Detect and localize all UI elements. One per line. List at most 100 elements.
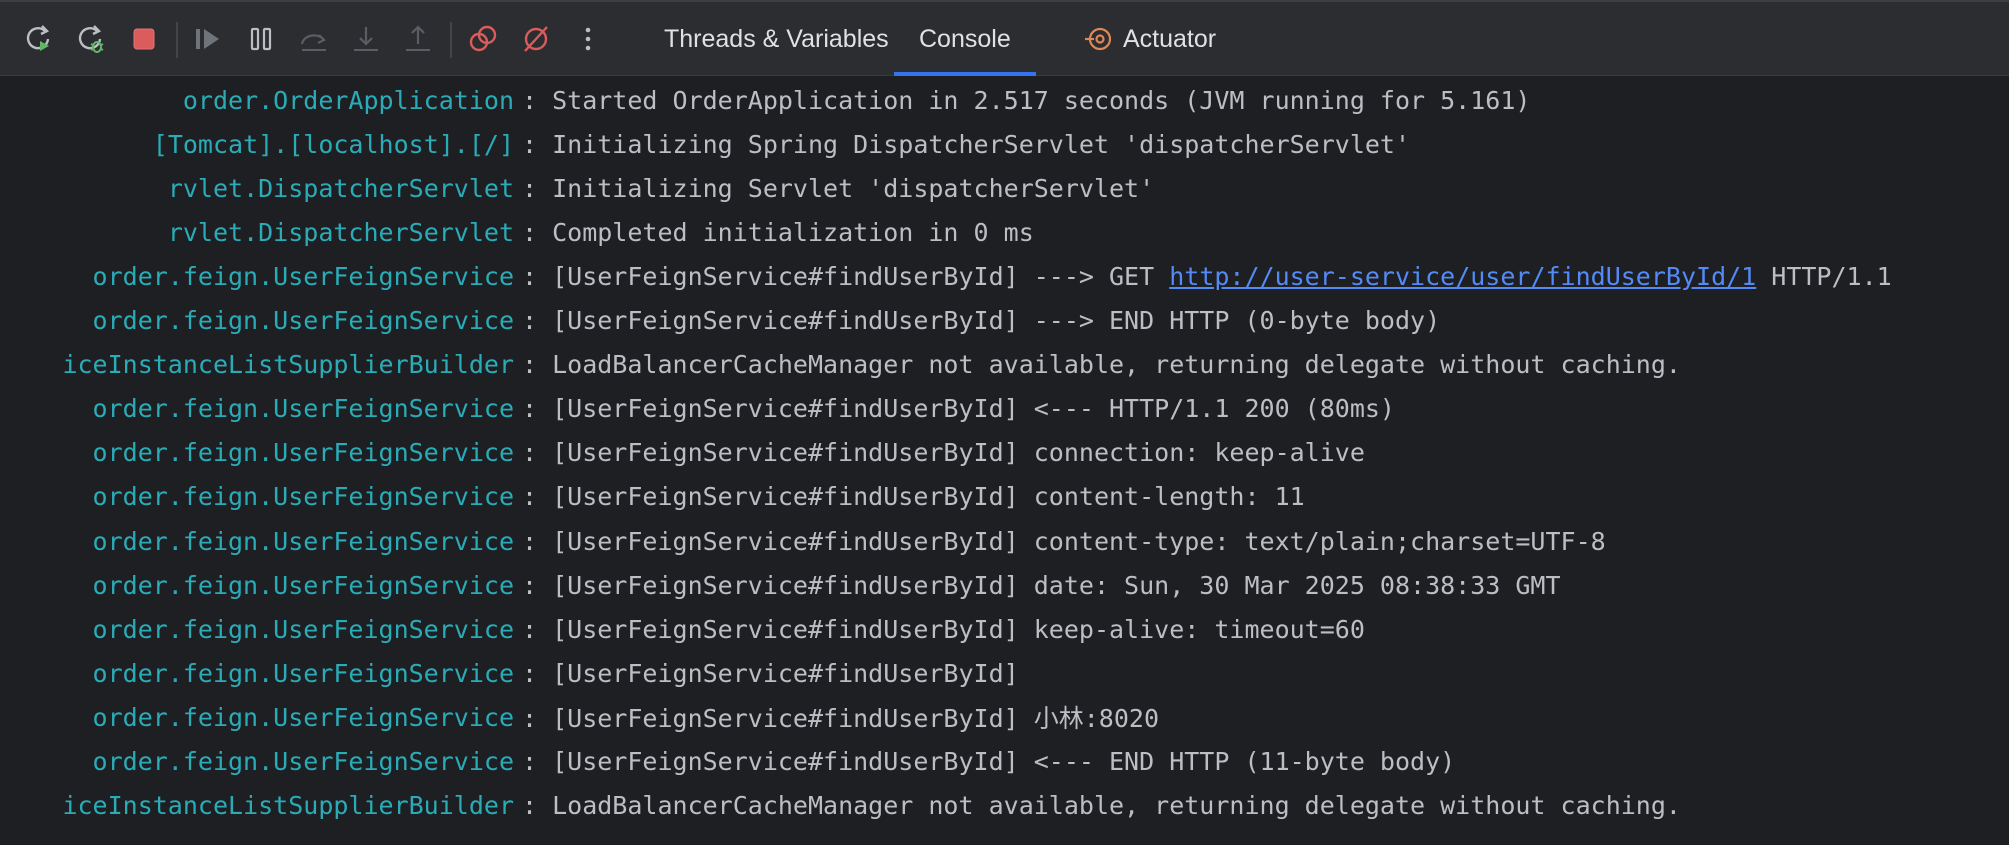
log-message-text: : Started OrderApplication in 2.517 seco… [522, 85, 1531, 115]
logger-class-link[interactable]: UserFeignService [273, 747, 514, 776]
console-line: order.feign.UserFeignService : [UserFeign… [0, 519, 2009, 563]
tab-console[interactable]: Console [894, 2, 1036, 76]
logger-class-link[interactable]: iceInstanceListSupplierBuilder [62, 350, 514, 379]
logger-name: order.feign.UserFeignService [0, 527, 514, 556]
actuator-icon [1083, 24, 1113, 54]
log-message-text: : [UserFeignService#findUserById] date: … [522, 570, 1561, 600]
console-line: iceInstanceListSupplierBuilder : LoadBala… [0, 343, 2009, 387]
log-message-text: : [UserFeignService#findUserById] <--- H… [522, 394, 1395, 424]
logger-package: order.feign. [92, 526, 274, 556]
logger-name: order.feign.UserFeignService [0, 394, 514, 423]
logger-class-link[interactable]: UserFeignService [273, 527, 514, 556]
resume-icon[interactable] [191, 22, 225, 56]
logger-class-link[interactable]: DispatcherServlet [258, 218, 514, 247]
log-message-text: : LoadBalancerCacheManager not available… [522, 350, 1681, 380]
logger-name: rvlet.DispatcherServlet [0, 174, 514, 203]
log-message-text: : LoadBalancerCacheManager not available… [522, 791, 1681, 821]
logger-package: order.feign. [92, 438, 274, 468]
logger-name: order.feign.UserFeignService [0, 482, 514, 511]
console-line: order.feign.UserFeignService : [UserFeign… [0, 254, 2009, 298]
logger-class-link[interactable]: UserFeignService [273, 306, 514, 335]
logger-package: order.feign. [92, 394, 274, 424]
logger-name: order.feign.UserFeignService [0, 703, 514, 732]
console-line: order.feign.UserFeignService : [UserFeign… [0, 475, 2009, 519]
rerun-debug-icon[interactable] [75, 22, 109, 56]
logger-package: order.feign. [92, 747, 274, 776]
toolbar-separator [450, 22, 452, 58]
logger-class-link[interactable]: UserFeignService [273, 703, 514, 732]
logger-package: order.feign. [92, 261, 274, 291]
logger-name: order.feign.UserFeignService [0, 571, 514, 600]
log-message: : LoadBalancerCacheManager not available… [522, 350, 1681, 379]
url-link[interactable]: http://user-service/user/findUserById/1 [1169, 262, 1756, 291]
log-message-text: HTTP/1.1 [1756, 261, 1892, 291]
logger-class-link[interactable]: iceInstanceListSupplierBuilder [62, 791, 514, 820]
console-line: order.feign.UserFeignService : [UserFeign… [0, 431, 2009, 475]
console-line: order.feign.UserFeignService : [UserFeign… [0, 740, 2009, 784]
logger-class-link[interactable]: UserFeignService [273, 482, 514, 511]
log-message: : [UserFeignService#findUserById] conten… [522, 527, 1606, 556]
logger-package: order.feign. [92, 702, 274, 732]
log-message: : Started OrderApplication in 2.517 seco… [522, 86, 1530, 115]
log-message-text: : Completed initialization in 0 ms [522, 217, 1034, 247]
console-line: order.OrderApplication : Started OrderApp… [0, 78, 2009, 122]
logger-class-link[interactable]: UserFeignService [273, 659, 514, 688]
logger-class-link[interactable]: UserFeignService [273, 394, 514, 423]
logger-name: order.OrderApplication [0, 86, 514, 115]
step-out-icon[interactable] [401, 22, 435, 56]
logger-name: iceInstanceListSupplierBuilder [0, 350, 514, 379]
log-message-text: : [UserFeignService#findUserById] ---> G… [522, 261, 1170, 291]
console-line: order.feign.UserFeignService : [UserFeign… [0, 563, 2009, 607]
tab-threads-variables[interactable]: Threads & Variables [664, 2, 889, 76]
more-options-icon[interactable] [571, 22, 605, 56]
console-line: rvlet.DispatcherServlet : Completed initi… [0, 210, 2009, 254]
logger-class-link[interactable]: OrderApplication [273, 86, 514, 115]
logger-package: order.feign. [92, 658, 274, 688]
logger-class-link[interactable]: UserFeignService [273, 571, 514, 600]
tab-label: Actuator [1123, 24, 1217, 53]
log-message-text: : [UserFeignService#findUserById] <--- E… [522, 747, 1456, 776]
log-message-text: : Initializing Spring DispatcherServlet … [522, 129, 1411, 159]
log-message-text: : [UserFeignService#findUserById] keep-a… [522, 614, 1365, 644]
logger-name: order.feign.UserFeignService [0, 659, 514, 688]
log-message-text: : [UserFeignService#findUserById] 小林:802… [522, 704, 1159, 734]
log-message: : [UserFeignService#findUserById] connec… [522, 438, 1365, 467]
log-message: : [UserFeignService#findUserById] <--- H… [522, 394, 1395, 423]
logger-class-link[interactable]: DispatcherServlet [258, 174, 514, 203]
view-breakpoints-icon[interactable] [466, 22, 500, 56]
console-line: [Tomcat].[localhost].[/] : Initializing S… [0, 122, 2009, 166]
logger-name: order.feign.UserFeignService [0, 747, 514, 776]
mute-breakpoints-icon[interactable] [519, 22, 553, 56]
logger-package: order.feign. [92, 306, 274, 335]
logger-name: order.feign.UserFeignService [0, 438, 514, 467]
logger-class-link[interactable]: UserFeignService [273, 615, 514, 644]
logger-class-link[interactable]: UserFeignService [273, 262, 514, 291]
tab-actuator[interactable]: Actuator [1083, 2, 1216, 76]
log-message-text: : [UserFeignService#findUserById] conten… [522, 482, 1305, 512]
logger-name: rvlet.DispatcherServlet [0, 218, 514, 247]
console-line: iceInstanceListSupplierBuilder : LoadBala… [0, 784, 2009, 828]
log-message: : [UserFeignService#findUserById] <--- E… [522, 747, 1455, 776]
tab-label: Threads & Variables [664, 24, 889, 53]
logger-name: order.feign.UserFeignService [0, 262, 514, 291]
stop-icon[interactable] [127, 22, 161, 56]
pause-icon[interactable] [244, 22, 278, 56]
logger-name: iceInstanceListSupplierBuilder [0, 791, 514, 820]
log-message-text: : [UserFeignService#findUserById] ---> E… [522, 306, 1441, 335]
log-message-text: : [UserFeignService#findUserById] conten… [522, 526, 1606, 556]
log-message: : [UserFeignService#findUserById] ---> E… [522, 306, 1440, 335]
logger-class-link[interactable]: UserFeignService [273, 438, 514, 467]
logger-name: order.feign.UserFeignService [0, 306, 514, 335]
log-message: : [UserFeignService#findUserById] ---> G… [522, 262, 1892, 291]
debug-toolbar: Threads & Variables Console Actuator [0, 0, 2009, 76]
step-over-icon[interactable] [297, 22, 331, 56]
logger-package: order.feign. [92, 614, 274, 644]
console-line: order.feign.UserFeignService : [UserFeign… [0, 387, 2009, 431]
log-message: : [UserFeignService#findUserById] [522, 659, 1019, 688]
console-line: order.feign.UserFeignService : [UserFeign… [0, 299, 2009, 343]
rerun-icon[interactable] [23, 22, 57, 56]
step-into-icon[interactable] [349, 22, 383, 56]
log-message: : Initializing Spring DispatcherServlet … [522, 130, 1410, 159]
console-output[interactable]: order.OrderApplication : Started OrderApp… [0, 76, 2009, 845]
logger-name: [Tomcat].[localhost].[/] [0, 130, 514, 159]
